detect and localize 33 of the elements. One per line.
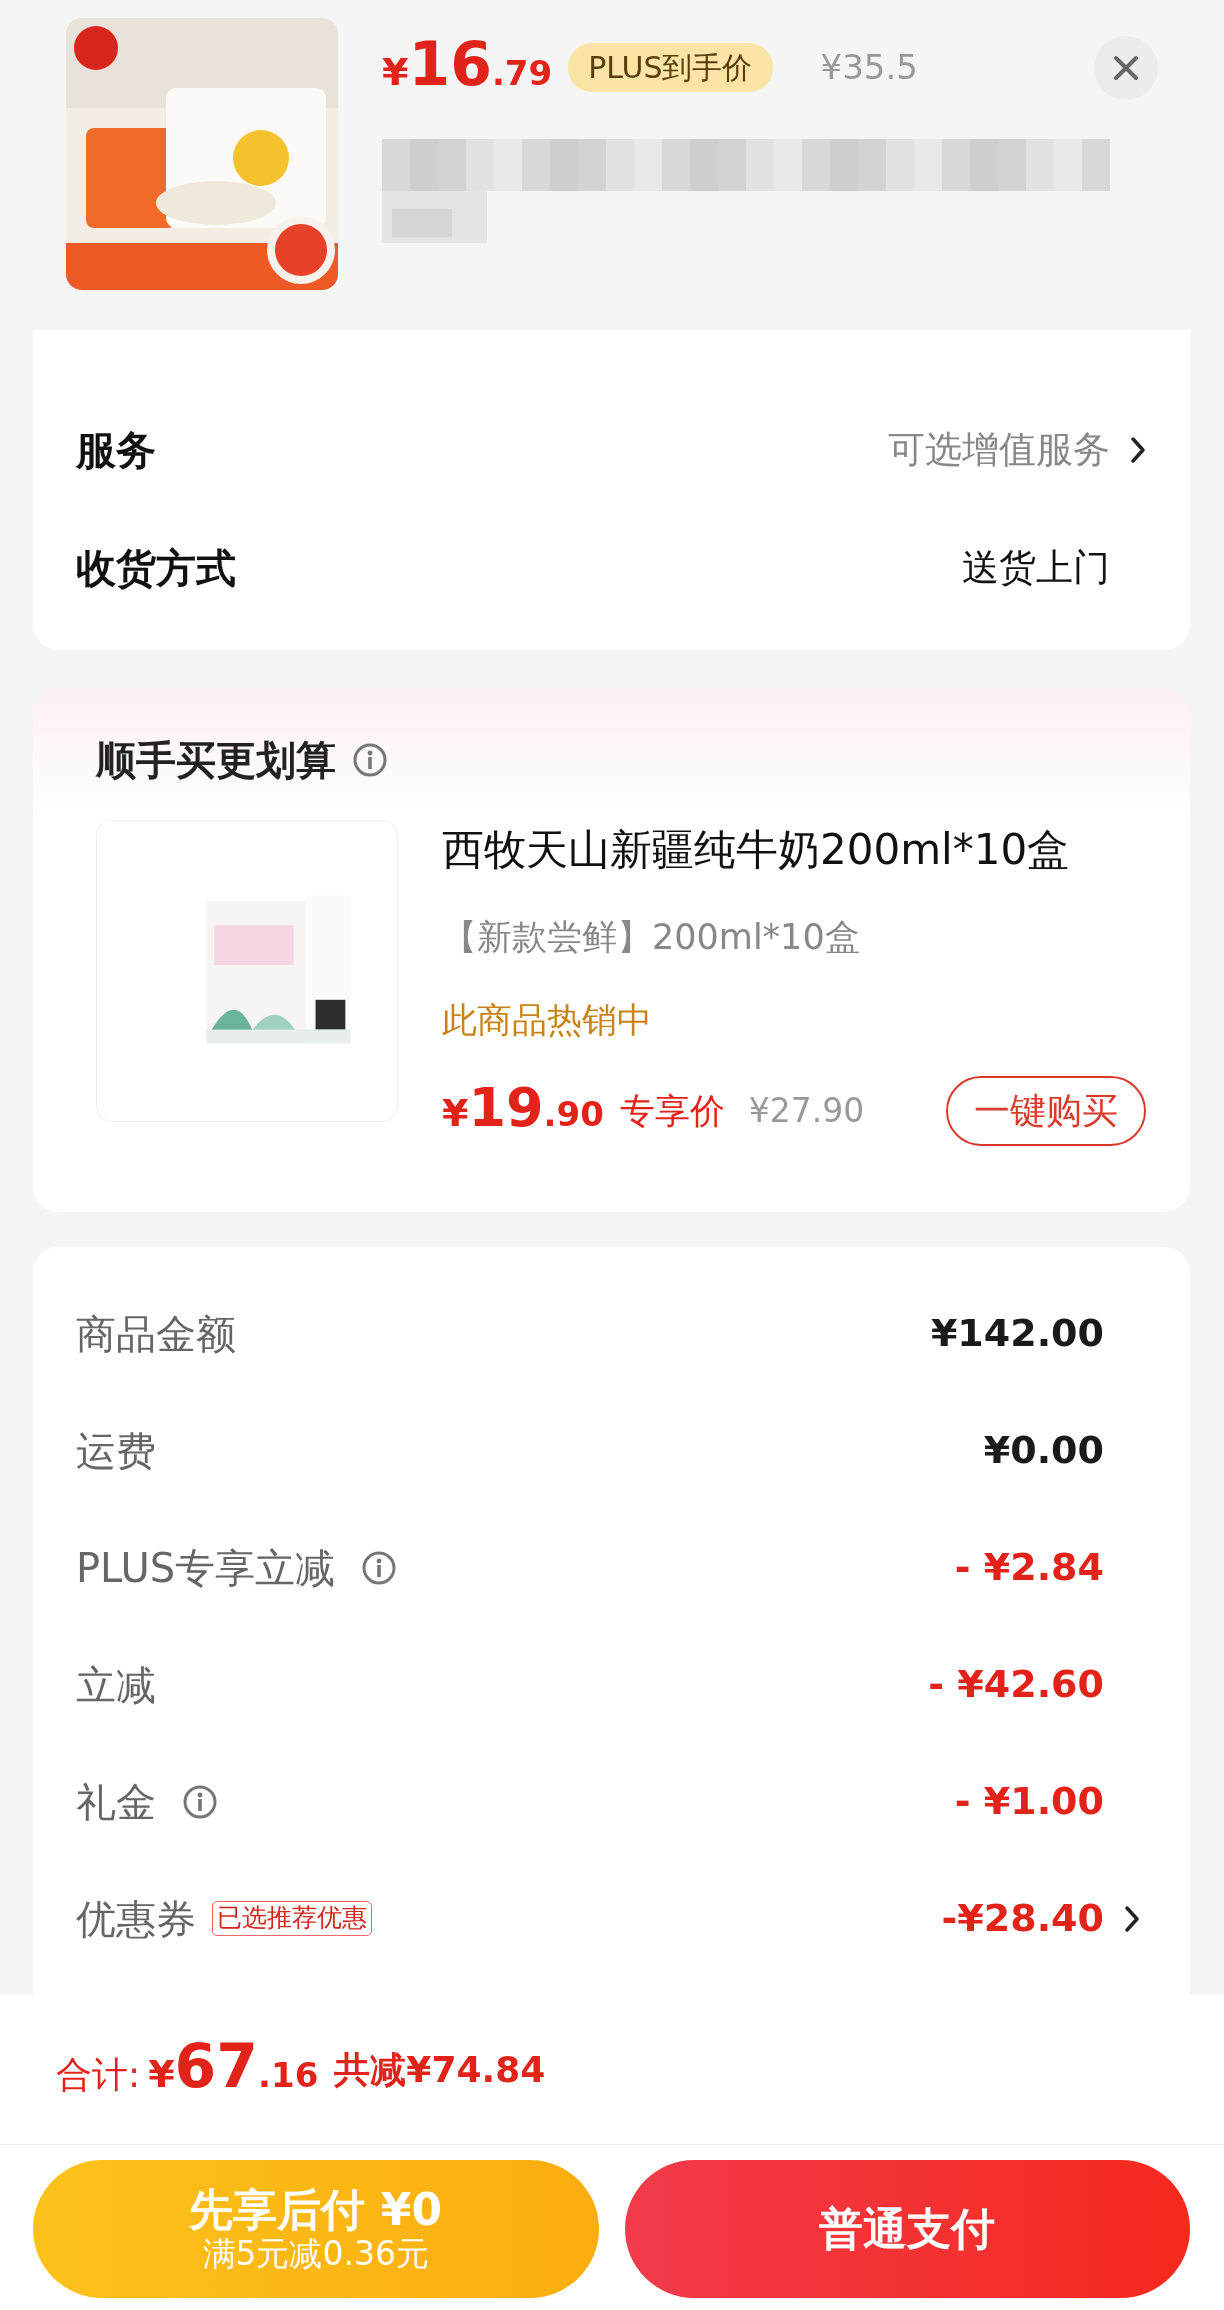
original-price: ¥27.90 — [748, 1090, 865, 1133]
original-price: ¥35.5 — [820, 46, 918, 89]
option-value[interactable]: 送货上门 — [962, 540, 1110, 596]
info-icon — [352, 742, 388, 778]
summary-label: PLUS专享立减 — [76, 1543, 336, 1593]
saved-amount: 共减¥74.84 — [334, 2047, 546, 2092]
price-tag: PLUS到手价 — [568, 43, 773, 92]
total-amount: 合计: ¥67.16 — [56, 2036, 319, 2103]
summary-label: 优惠券 — [76, 1894, 196, 1944]
price: ¥16.79 — [382, 34, 553, 101]
summary-value: - ¥42.60 — [928, 1661, 1104, 1708]
coupon-tag: 已选推荐优惠 — [212, 1901, 372, 1936]
pay-button[interactable]: 普通支付 — [624, 2160, 1190, 2298]
price: ¥19.90 — [442, 1080, 604, 1141]
summary-value: -¥28.40 — [941, 1895, 1104, 1942]
price-label: 专享价 — [619, 1089, 725, 1133]
summary-value: ¥142.00 — [930, 1310, 1104, 1357]
summary-value: ¥0.00 — [983, 1427, 1104, 1474]
summary-label: 商品金额 — [76, 1309, 236, 1359]
option-label: 收货方式 — [76, 544, 236, 593]
product-name[interactable]: 西牧天山新疆纯牛奶200ml*10盒 — [442, 818, 1146, 881]
summary-value: - ¥1.00 — [954, 1778, 1104, 1825]
summary-value: - ¥2.84 — [954, 1544, 1104, 1591]
option-label: 服务 — [76, 426, 156, 475]
sales-status: 此商品热销中 — [442, 998, 653, 1042]
option-value[interactable]: 可选增值服务 — [888, 422, 1110, 478]
summary-label: 运费 — [76, 1426, 156, 1476]
buy-now-button[interactable]: 一键购买 — [946, 1076, 1146, 1146]
close-icon — [1113, 54, 1139, 81]
summary-label: 立减 — [76, 1660, 156, 1710]
summary-label: 礼金 — [76, 1777, 156, 1827]
section-title: 顺手买更划算 — [96, 736, 336, 785]
product-spec: 【新款尝鲜】200ml*10盒 — [442, 916, 861, 959]
